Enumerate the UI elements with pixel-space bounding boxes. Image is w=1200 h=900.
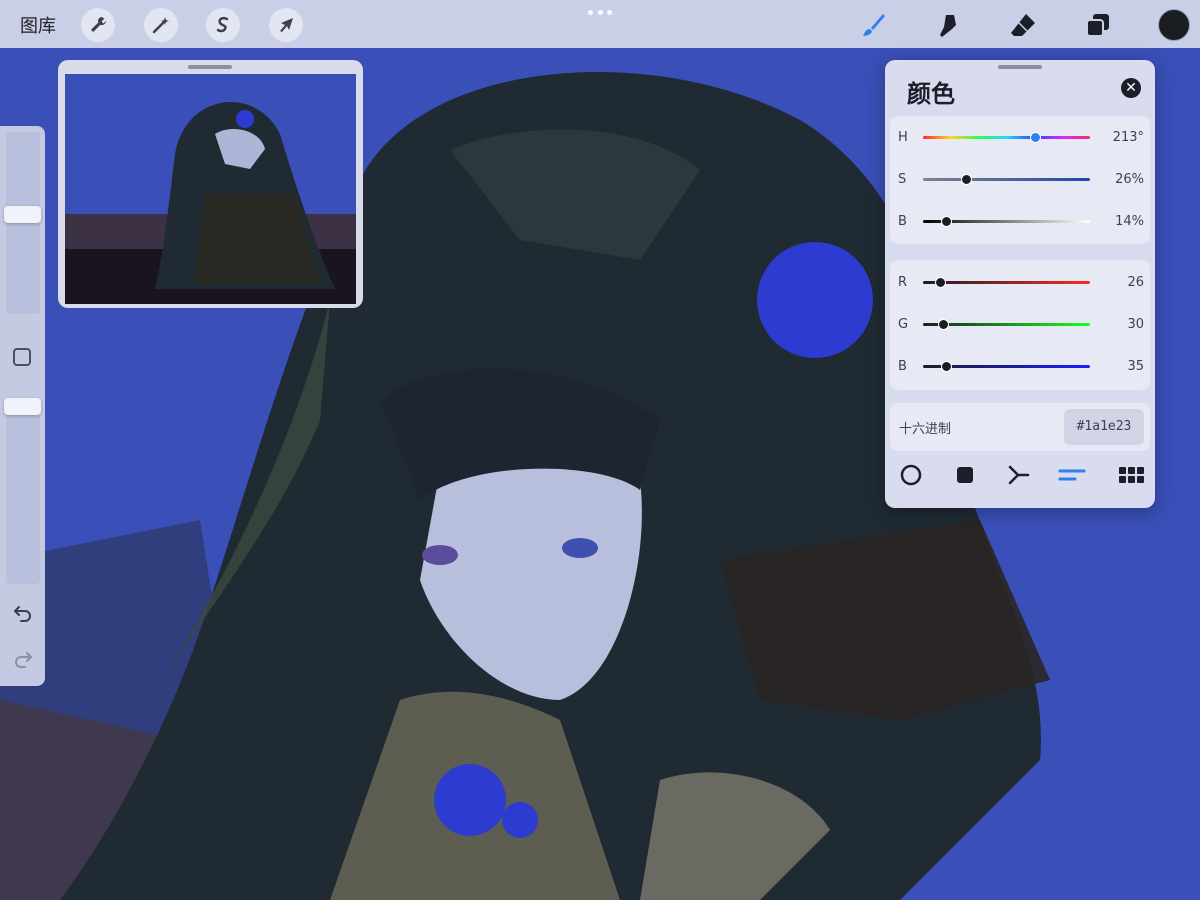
smudge-tool-button[interactable] [933,10,963,40]
hex-row: 十六进制 #1a1e23 [890,403,1150,451]
color-panel: 颜色 ✕ H 213° S 26% B 14% R 26 G 30 B 35 十六进制 #1a1e2… [885,60,1155,508]
slider-label: S [898,172,907,187]
slider-value: 213° [1112,130,1144,145]
slider-knob[interactable] [938,319,950,330]
current-color-swatch[interactable] [1158,9,1190,41]
color-panel-title: 颜色 [907,80,955,108]
layers-button[interactable] [1083,10,1113,40]
slider-knob[interactable] [941,361,953,372]
transform-button[interactable] [269,8,303,42]
slider-label: B [898,214,907,229]
left-sidebar [0,126,45,686]
brush-tool-button[interactable] [858,10,888,40]
palette-grid-icon [1119,467,1144,483]
reference-window[interactable] [58,60,363,308]
harmony-icon [1008,465,1030,485]
tab-harmony[interactable] [1003,460,1033,490]
hsb-slider-b[interactable]: B 14% [890,212,1150,232]
smudge-icon [940,15,956,37]
rgb-slider-r[interactable]: R 26 [890,273,1150,293]
hex-input[interactable]: #1a1e23 [1064,409,1144,445]
slider-label: B [898,359,907,374]
slider-label: H [898,130,908,145]
eraser-icon [1011,14,1035,36]
color-panel-grab-handle[interactable] [998,65,1042,69]
classic-square-icon [957,467,973,483]
slider-track[interactable] [923,281,1090,284]
close-button[interactable]: ✕ [1121,78,1141,98]
slider-value: 14% [1115,214,1144,229]
toolbar-handle[interactable] [588,10,612,16]
slider-label: G [898,317,909,332]
close-icon: ✕ [1125,80,1137,96]
slider-value: 26% [1115,172,1144,187]
top-toolbar: 图库 [0,0,1200,48]
slider-knob[interactable] [941,216,953,227]
actions-button[interactable] [81,8,115,42]
opacity-slider[interactable] [6,398,40,584]
hsb-slider-group: H 213° S 26% B 14% [890,116,1150,244]
tab-value[interactable] [1057,460,1087,490]
slider-knob[interactable] [961,174,973,185]
opacity-thumb[interactable] [4,398,41,415]
slider-track[interactable] [923,136,1090,139]
slider-value: 26 [1127,275,1144,290]
undo-icon[interactable] [12,602,34,624]
slider-knob[interactable] [1029,132,1041,143]
arrow-cursor-icon [280,18,293,32]
tab-classic[interactable] [950,460,980,490]
hsb-slider-s[interactable]: S 26% [890,170,1150,190]
magic-wand-icon [152,17,169,34]
tab-palettes[interactable] [1116,460,1146,490]
color-mode-tabs [890,460,1150,490]
eraser-tool-button[interactable] [1008,10,1038,40]
rgb-slider-g[interactable]: G 30 [890,315,1150,335]
gallery-button[interactable]: 图库 [20,12,56,38]
slider-label: R [898,275,908,290]
rgb-slider-b[interactable]: B 35 [890,357,1150,377]
brush-size-thumb[interactable] [4,206,41,224]
reference-grab-handle[interactable] [188,65,232,69]
wrench-icon [91,17,106,32]
redo-icon[interactable] [12,648,34,670]
rgb-slider-group: R 26 G 30 B 35 [890,260,1150,390]
disc-icon [900,464,922,486]
slider-track[interactable] [923,178,1090,181]
brush-icon [863,14,885,36]
modify-button[interactable] [13,348,31,366]
value-sliders-icon [1058,469,1086,481]
adjustments-button[interactable] [144,8,178,42]
reference-preview [65,74,356,304]
selection-button[interactable] [206,8,240,42]
slider-value: 30 [1127,317,1144,332]
selection-s-icon [216,16,229,33]
hsb-slider-h[interactable]: H 213° [890,128,1150,148]
hex-label: 十六进制 [899,422,952,437]
tab-disc[interactable] [896,460,926,490]
slider-value: 35 [1127,359,1144,374]
slider-knob[interactable] [934,277,946,288]
layers-icon [1086,14,1109,37]
